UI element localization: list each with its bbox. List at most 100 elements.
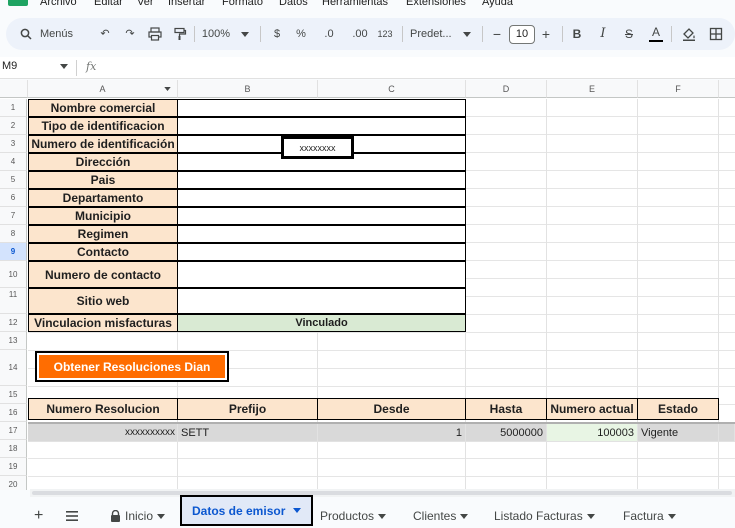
row-header[interactable]: 2 [0,117,27,135]
column-header-f[interactable]: F [638,80,719,98]
bold-button[interactable]: B [571,26,583,42]
currency-button[interactable]: $ [270,26,284,42]
increase-decimal-button[interactable]: .00 [349,26,371,42]
sheets-logo-icon[interactable] [8,0,28,6]
row-header[interactable]: 14 [0,350,27,386]
font-size-decrease-button[interactable]: − [491,26,503,42]
percent-button[interactable]: % [294,26,308,42]
menu-insertar[interactable]: Insertar [168,0,205,8]
tab-chevron-down-icon[interactable] [378,513,387,519]
zoom-chevron-down-icon[interactable] [240,26,250,42]
row-header[interactable]: 10 [0,261,27,288]
tab-chevron-down-icon[interactable] [667,513,676,519]
tab-datos-de-emisor[interactable]: Datos de emisor [180,495,314,526]
tab-chevron-down-icon[interactable] [586,513,595,519]
zoom-value[interactable]: 100% [200,26,232,42]
value-numero-contacto[interactable] [177,261,466,288]
value-municipio[interactable] [177,207,466,225]
borders-icon[interactable] [708,26,724,42]
value-regimen[interactable] [177,225,466,243]
row-header[interactable]: 18 [0,440,27,458]
spreadsheet-grid[interactable]: A B C D E F 1 2 3 4 5 6 7 8 9 10 11 12 1… [0,80,735,490]
name-box-chevron-down-icon[interactable] [60,64,68,69]
id-value-box[interactable]: xxxxxxxx [281,136,354,159]
print-icon[interactable] [147,26,163,42]
menu-formato[interactable]: Formato [222,0,263,8]
tab-chevron-down-icon[interactable] [460,513,469,519]
menu-extensiones[interactable]: Extensiones [406,0,466,8]
select-all-corner[interactable] [0,80,28,98]
value-departamento[interactable] [177,189,466,207]
scrollbar-thumb[interactable] [32,491,732,495]
search-menus[interactable]: Menús [18,26,78,42]
cell-empty[interactable] [719,424,735,442]
font-size-input[interactable]: 10 [509,25,535,44]
row-header[interactable]: 11 [0,288,27,314]
all-sheets-menu-icon[interactable] [66,503,78,528]
row-header-selected[interactable]: 9 [0,243,27,261]
row-header[interactable]: 17 [0,422,27,440]
menu-datos[interactable]: Datos [279,0,308,8]
row-header[interactable]: 19 [0,458,27,476]
row-header[interactable]: 20 [0,476,27,490]
cell-prefijo[interactable]: SETT [178,424,318,442]
cell-desde[interactable]: 1 [318,424,466,442]
value-contacto[interactable] [177,243,466,261]
value-pais[interactable] [177,171,466,189]
row-header[interactable]: 4 [0,153,27,171]
menu-ver[interactable]: Ver [137,0,154,8]
value-tipo-identificacion[interactable] [177,117,466,135]
cell-hasta[interactable]: 5000000 [466,424,547,442]
menu-ayuda[interactable]: Ayuda [482,0,513,8]
tab-listado-facturas[interactable]: Listado Facturas [494,503,595,528]
row-header[interactable]: 15 [0,386,27,404]
column-header-e[interactable]: E [547,80,638,98]
strikethrough-button[interactable]: S [623,26,635,42]
fill-color-icon[interactable] [681,26,697,42]
add-sheet-icon[interactable]: + [34,503,43,528]
cell-numero-resolucion[interactable]: xxxxxxxxxx [28,424,178,442]
menu-herramientas[interactable]: Herramientas [322,0,388,8]
tab-productos[interactable]: Productos [320,503,387,528]
value-nombre-comercial[interactable] [177,99,466,117]
row-header[interactable]: 7 [0,207,27,225]
cell-numero-actual[interactable]: 100003 [547,424,638,442]
font-size-increase-button[interactable]: + [540,26,552,42]
row-header[interactable]: 5 [0,171,27,189]
italic-button[interactable]: I [597,26,609,42]
tab-chevron-down-icon[interactable] [293,508,302,513]
value-sitio-web[interactable] [177,288,466,314]
row-header[interactable]: 16 [0,404,27,422]
decrease-decimal-button[interactable]: .0 [320,26,338,42]
tab-clientes[interactable]: Clientes [413,503,469,528]
tab-factura[interactable]: Factura [623,503,676,528]
value-vinculado[interactable]: Vinculado [177,314,466,332]
menu-editar[interactable]: Editar [94,0,123,8]
tab-chevron-down-icon[interactable] [157,513,166,519]
column-header-d[interactable]: D [466,80,547,98]
font-chevron-down-icon[interactable] [462,26,472,42]
redo-icon[interactable]: ↷ [122,26,138,42]
row-header[interactable]: 6 [0,189,27,207]
filter-chevron-down-icon[interactable] [164,87,171,91]
paint-format-icon[interactable] [172,26,188,42]
column-header-b[interactable]: B [178,80,318,98]
column-header-c[interactable]: C [318,80,466,98]
row-header[interactable]: 12 [0,314,27,332]
row-header[interactable]: 3 [0,135,27,153]
row-header[interactable]: 1 [0,99,27,117]
row-header[interactable]: 13 [0,332,27,350]
row-header[interactable]: 8 [0,225,27,243]
undo-icon[interactable]: ↶ [97,26,113,42]
font-select[interactable]: Predet... [410,26,460,42]
obtener-resoluciones-button[interactable]: Obtener Resoluciones Dian [39,355,225,378]
tab-inicio[interactable]: Inicio [110,503,166,528]
name-box[interactable]: M9 [2,60,17,72]
horizontal-scrollbar[interactable] [30,489,735,497]
text-color-button[interactable]: A [649,26,663,42]
menu-archivo[interactable]: Archivo [40,0,77,8]
number-format-button[interactable]: 123 [374,26,396,42]
column-header-g[interactable] [719,80,735,98]
cell-estado[interactable]: Vigente [638,424,719,442]
column-header-a[interactable]: A [28,80,178,98]
